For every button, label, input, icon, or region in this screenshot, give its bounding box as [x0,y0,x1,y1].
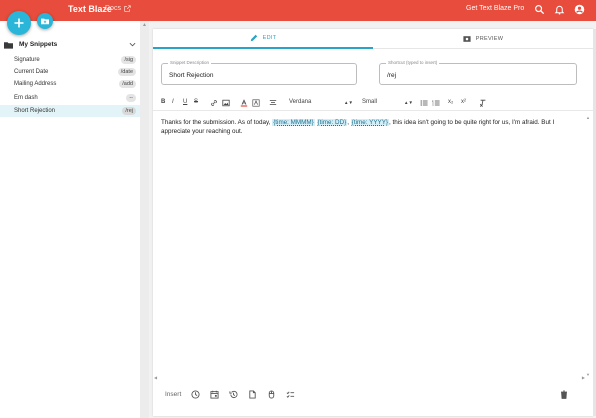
history-icon[interactable] [229,390,238,399]
superscript-button[interactable]: x² [461,99,466,105]
pencil-icon [250,34,257,42]
scroll-up-arrow-icon[interactable]: ▲ [142,22,147,28]
mouse-icon[interactable] [267,390,276,399]
new-snippet-button[interactable] [7,11,31,35]
snippet-item-em-dash[interactable]: Em dash -- [0,92,140,104]
snippet-item-short-rejection[interactable]: Short Rejection /rej [0,105,140,117]
folder-add-icon [41,18,49,25]
shortcut-field[interactable]: Shortcut (typed to insert) /rej [379,60,577,85]
highlight-icon[interactable] [252,99,260,107]
folder-icon [4,42,13,49]
time-year-command[interactable]: {time: YYYY} [350,119,390,126]
snippet-label: Mailing Address [14,81,57,87]
form-fields-icon[interactable] [286,390,295,399]
snippet-shortcut-badge: /add [119,80,136,88]
clock-icon[interactable] [191,390,200,399]
snippet-description-field[interactable]: Snippet Description Short Rejection [161,60,357,85]
time-month-command[interactable]: {time: MMMM} [272,119,315,126]
folder-label: My Snippets [19,41,58,48]
folder-my-snippets[interactable]: My Snippets [0,39,140,51]
snippet-label: Signature [14,57,40,63]
clear-format-icon[interactable] [479,99,487,107]
time-day-command[interactable]: {time: DD} [316,119,348,126]
scroll-up-arrow-icon[interactable]: ▲ [586,115,590,120]
snippet-item-signature[interactable]: Signature /sig [0,54,140,66]
font-size-select[interactable]: Small [362,99,377,105]
formatting-toolbar: B I U S Verdana ▲▼ Small ▲▼ x₂ x² [153,95,593,111]
snippet-shortcut-badge: /sig [121,56,136,64]
search-icon[interactable] [534,4,545,15]
subscript-button[interactable]: x₂ [448,99,453,105]
calendar-icon[interactable] [210,390,219,399]
docs-link[interactable]: Docs [105,5,131,12]
snippet-label: Current Date [14,69,49,75]
tab-edit-label: EDIT [262,35,277,41]
editor-tabs: EDIT PREVIEW [153,29,593,49]
top-app-bar: Text Blaze Docs Get Text Blaze Pro [0,0,596,21]
scroll-right-arrow-icon[interactable]: ▶ [582,375,585,380]
snippet-item-mailing-address[interactable]: Mailing Address /add [0,78,140,90]
trash-icon [561,390,567,399]
snippet-label: Em dash [14,95,38,101]
bulleted-list-icon[interactable] [420,99,428,107]
scroll-left-arrow-icon[interactable]: ◀ [154,375,157,380]
font-family-caret-icon[interactable]: ▲▼ [344,100,353,105]
numbered-list-icon[interactable] [432,99,440,107]
underline-button[interactable]: U [183,99,187,105]
sidebar: My Snippets Signature /sig Current Date … [0,21,140,418]
new-folder-button[interactable] [37,13,53,29]
font-size-caret-icon[interactable]: ▲▼ [404,100,413,105]
bold-button[interactable]: B [161,99,165,105]
insert-toolbar: Insert [153,385,593,405]
shortcut-label: Shortcut (typed to insert) [386,60,440,65]
tab-preview[interactable]: PREVIEW [373,29,593,49]
tab-edit[interactable]: EDIT [153,29,373,49]
editor-vertical-scrollbar[interactable]: ▲ ▼ [585,115,591,377]
snippet-editor-card: EDIT PREVIEW Snippet Description Short R… [153,29,593,416]
snippet-label: Short Rejection [14,108,56,114]
delete-snippet-button[interactable] [560,390,568,399]
editor-horizontal-scrollbar[interactable]: ◀ ▶ [153,375,593,381]
strikethrough-button[interactable]: S [194,99,198,105]
bell-icon[interactable] [554,4,565,15]
chevron-down-icon[interactable] [129,41,136,48]
docs-label: Docs [105,5,121,12]
shortcut-value[interactable]: /rej [387,72,396,79]
editor-text: Thanks for the submission. As of today, [161,119,273,126]
plus-icon [14,18,24,28]
italic-button[interactable]: I [172,99,174,105]
text-color-icon[interactable] [240,99,248,107]
external-link-icon [124,5,131,12]
snippet-shortcut-badge: /date [117,68,136,76]
align-icon[interactable] [269,99,277,107]
preview-icon [463,36,471,42]
sidebar-splitter[interactable]: ▲ [140,21,149,418]
document-icon[interactable] [248,390,257,399]
image-icon[interactable] [222,99,230,107]
snippet-description-value[interactable]: Short Rejection [169,72,213,79]
account-icon[interactable] [574,4,585,15]
get-pro-link[interactable]: Get Text Blaze Pro [466,5,524,12]
link-icon[interactable] [210,99,218,107]
insert-label: Insert [165,391,182,398]
snippet-description-label: Snippet Description [168,60,212,65]
tab-preview-label: PREVIEW [475,36,504,42]
font-family-select[interactable]: Verdana [289,99,311,105]
snippet-shortcut-badge: /rej [122,107,136,115]
snippet-text-editor[interactable]: Thanks for the submission. As of today, … [161,118,577,136]
snippet-shortcut-badge: -- [126,94,136,102]
snippet-item-current-date[interactable]: Current Date /date [0,66,140,78]
